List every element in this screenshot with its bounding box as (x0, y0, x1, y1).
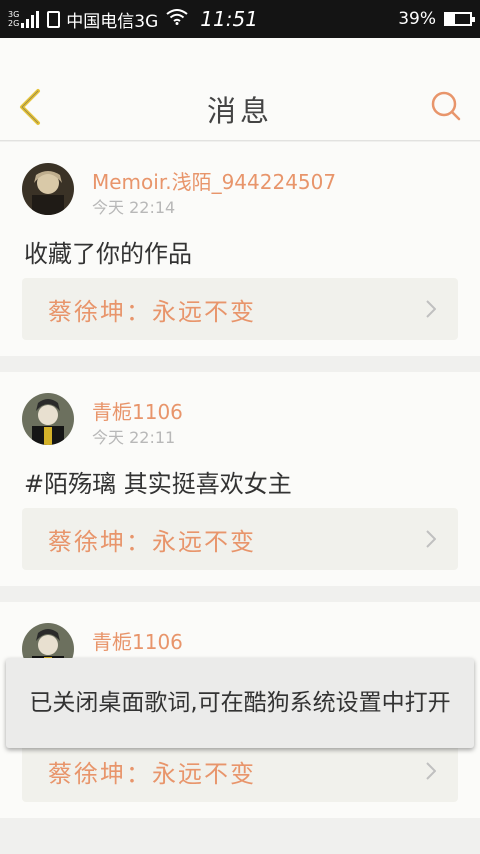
battery-icon (444, 12, 475, 26)
message-card[interactable]: Memoir.浅陌_944224507 今天 22:14 收藏了你的作品 蔡徐坤… (0, 142, 480, 356)
header-bar: 消息 (0, 38, 480, 141)
page-title: 消息 (206, 94, 273, 128)
battery-fill (446, 14, 456, 24)
search-icon[interactable] (430, 90, 462, 122)
network-type-top: 3G (8, 10, 20, 19)
chevron-right-icon (426, 300, 437, 322)
avatar[interactable] (22, 393, 74, 445)
wifi-icon (166, 9, 188, 29)
avatar[interactable] (22, 163, 74, 215)
carrier-name: 中国电信3G (66, 11, 159, 32)
message-username[interactable]: Memoir.浅陌_944224507 (92, 166, 336, 195)
message-username[interactable]: 青栀1106 (92, 626, 183, 655)
message-content: #陌殇璃 其实挺喜欢女主 (24, 470, 292, 498)
message-time: 今天 22:14 (92, 198, 176, 217)
referenced-work-title: 蔡徐坤：永远不变 (48, 527, 256, 556)
message-time: 今天 22:11 (92, 428, 176, 447)
referenced-work-title: 蔡徐坤：永远不变 (48, 297, 256, 326)
message-card[interactable]: 青栀1106 今天 22:11 #陌殇璃 其实挺喜欢女主 蔡徐坤：永远不变 (0, 372, 480, 586)
referenced-work[interactable]: 蔡徐坤：永远不变 (22, 508, 458, 570)
message-content: 收藏了你的作品 (24, 240, 192, 268)
clock: 11:51 (200, 7, 258, 31)
network-type-bottom: 2G (8, 19, 20, 28)
toast-notification: 已关闭桌面歌词,可在酷狗系统设置中打开 (6, 658, 474, 748)
chevron-right-icon (426, 762, 437, 784)
network-type-labels: 3G 2G (8, 10, 19, 28)
message-username[interactable]: 青栀1106 (92, 396, 183, 425)
toast-text: 已关闭桌面歌词,可在酷狗系统设置中打开 (29, 689, 451, 716)
signal-icon (21, 10, 40, 28)
status-bar: 3G 2G 中国电信3G 11:51 39% (0, 0, 480, 38)
sim-icon (47, 10, 61, 28)
referenced-work-title: 蔡徐坤：永远不变 (48, 759, 256, 788)
referenced-work[interactable]: 蔡徐坤：永远不变 (22, 740, 458, 802)
battery-percent: 39% (398, 9, 436, 29)
referenced-work[interactable]: 蔡徐坤：永远不变 (22, 278, 458, 340)
chevron-right-icon (426, 530, 437, 552)
